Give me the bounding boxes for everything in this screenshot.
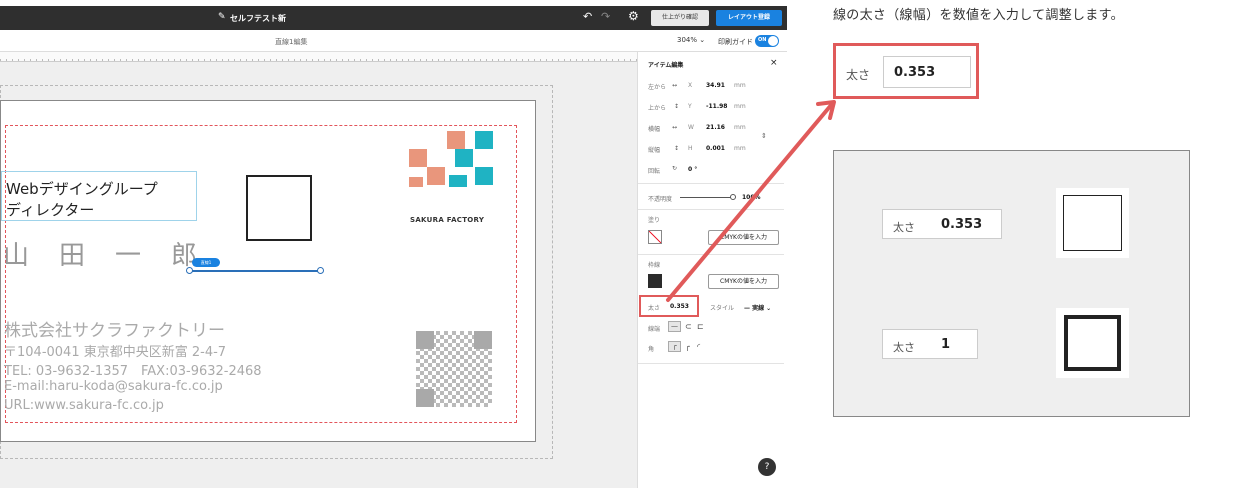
- example1-square-frame: [1056, 188, 1129, 258]
- example2-square-frame: [1056, 308, 1129, 378]
- example2-input: 太さ 1: [882, 329, 978, 359]
- example1-input: 太さ 0.353: [882, 209, 1002, 239]
- example2-label: 太さ: [893, 341, 915, 354]
- example1-label: 太さ: [893, 221, 915, 234]
- comparison-panel: 太さ 0.353 太さ 1: [833, 150, 1190, 417]
- example1-value: 0.353: [941, 217, 983, 232]
- thin-square-example: [1063, 195, 1122, 251]
- example2-value: 1: [941, 337, 951, 352]
- thick-square-example: [1064, 315, 1121, 371]
